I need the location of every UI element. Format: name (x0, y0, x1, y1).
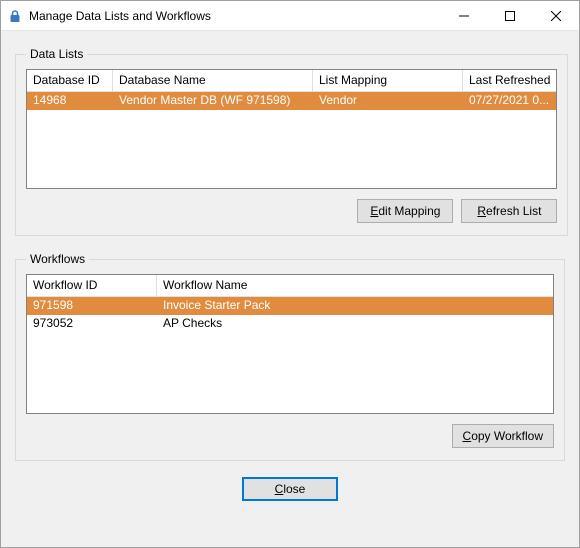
client-area: Data Lists Database ID Database Name Lis… (1, 31, 579, 547)
table-cell: 14968 (27, 92, 113, 110)
dialog-footer: Close (15, 471, 565, 503)
table-row[interactable]: 14968Vendor Master DB (WF 971598)Vendor0… (27, 92, 556, 110)
edit-mapping-button[interactable]: Edit Mapping (357, 199, 453, 223)
data-lists-legend: Data Lists (26, 47, 87, 61)
table-row[interactable]: 973052AP Checks (27, 315, 553, 333)
col-workflow-name[interactable]: Workflow Name (157, 275, 457, 296)
maximize-button[interactable] (487, 1, 533, 31)
table-cell: Invoice Starter Pack (157, 297, 457, 315)
table-cell: 973052 (27, 315, 157, 333)
refresh-list-button[interactable]: Refresh List (461, 199, 557, 223)
table-cell: Vendor Master DB (WF 971598) (113, 92, 313, 110)
maximize-icon (505, 11, 515, 21)
workflows-buttons: Copy Workflow (26, 424, 554, 448)
dialog-window: Manage Data Lists and Workflows Data Lis… (0, 0, 580, 548)
close-button[interactable]: Close (242, 477, 338, 501)
data-lists-buttons: Edit Mapping Refresh List (26, 199, 557, 223)
workflows-table[interactable]: Workflow ID Workflow Name 971598Invoice … (26, 274, 554, 414)
table-cell: 07/27/2021 0... (463, 92, 556, 110)
titlebar: Manage Data Lists and Workflows (1, 1, 579, 31)
table-cell: AP Checks (157, 315, 457, 333)
data-lists-group: Data Lists Database ID Database Name Lis… (15, 47, 568, 236)
workflows-header-row: Workflow ID Workflow Name (27, 275, 553, 297)
minimize-icon (459, 11, 469, 21)
data-lists-table[interactable]: Database ID Database Name List Mapping L… (26, 69, 557, 189)
data-lists-header-row: Database ID Database Name List Mapping L… (27, 70, 556, 92)
close-window-button[interactable] (533, 1, 579, 31)
col-database-name[interactable]: Database Name (113, 70, 313, 91)
workflows-group: Workflows Workflow ID Workflow Name 9715… (15, 252, 565, 461)
workflows-legend: Workflows (26, 252, 89, 266)
window-title: Manage Data Lists and Workflows (29, 9, 441, 23)
table-row[interactable]: 971598Invoice Starter Pack (27, 297, 553, 315)
table-cell: Vendor (313, 92, 463, 110)
close-icon (551, 11, 561, 21)
col-database-id[interactable]: Database ID (27, 70, 113, 91)
lock-icon (8, 9, 22, 23)
copy-workflow-button[interactable]: Copy Workflow (452, 424, 554, 448)
col-workflow-id[interactable]: Workflow ID (27, 275, 157, 296)
minimize-button[interactable] (441, 1, 487, 31)
col-last-refreshed[interactable]: Last Refreshed (463, 70, 556, 91)
app-icon (1, 9, 29, 23)
col-list-mapping[interactable]: List Mapping (313, 70, 463, 91)
table-cell: 971598 (27, 297, 157, 315)
